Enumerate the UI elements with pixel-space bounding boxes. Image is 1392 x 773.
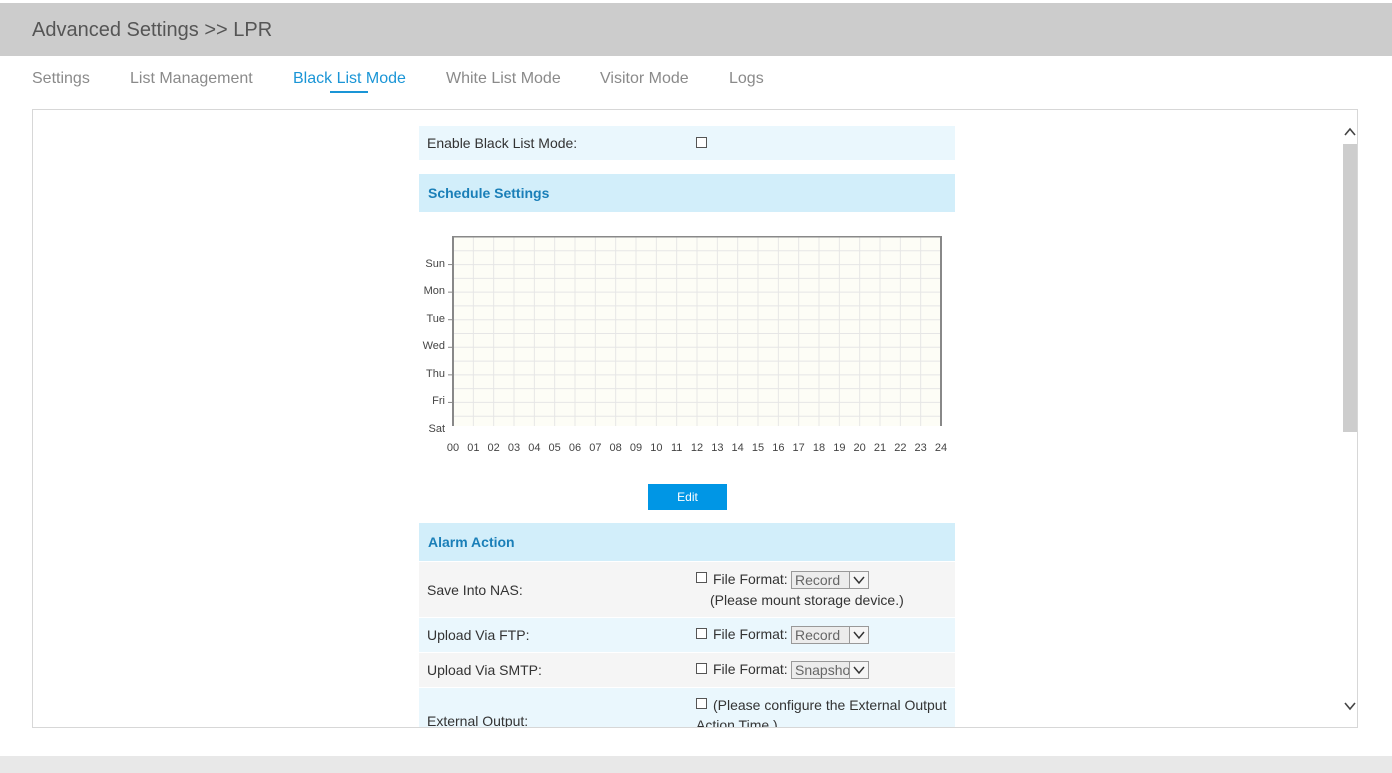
- nas-row: Save Into NAS: File Format: Record (Plea…: [419, 562, 955, 617]
- hour-label-16: 16: [772, 442, 785, 454]
- nas-file-format-select[interactable]: Record: [791, 571, 869, 589]
- hour-label-21: 21: [873, 442, 887, 454]
- tab-settings[interactable]: Settings: [32, 70, 90, 88]
- hour-label-02: 02: [487, 442, 500, 454]
- hour-label-03: 03: [507, 442, 521, 454]
- hour-label-17: 17: [792, 442, 805, 454]
- hour-label-15: 15: [751, 442, 765, 454]
- external-output-note-line1: (Please configure the External Output: [713, 697, 947, 713]
- smtp-label: Upload Via SMTP:: [427, 662, 542, 678]
- nas-label: Save Into NAS:: [427, 582, 523, 598]
- ftp-file-format-label: File Format:: [713, 626, 788, 642]
- day-label-wed: Wed: [422, 340, 445, 353]
- ftp-row: Upload Via FTP: File Format: Record: [419, 618, 955, 652]
- smtp-file-format-label: File Format:: [713, 661, 788, 677]
- tab-black-list-mode[interactable]: Black List Mode: [293, 70, 406, 88]
- page-title: Advanced Settings >> LPR: [32, 19, 273, 41]
- chevron-down-icon: [849, 572, 868, 588]
- tab-logs[interactable]: Logs: [729, 70, 764, 88]
- settings-panel: Enable Black List Mode: Schedule Setting…: [32, 109, 1358, 728]
- hour-label-11: 11: [670, 442, 683, 454]
- tab-bar: Settings List Management Black List Mode…: [0, 56, 1392, 108]
- enable-checkbox[interactable]: [696, 137, 707, 148]
- schedule-chart: Sun Mon Tue Wed Thu Fri Sat 00 01 02 03 04 05 06 07 08…: [419, 236, 955, 466]
- chevron-up-icon[interactable]: [1342, 124, 1357, 140]
- smtp-file-format-select[interactable]: Snapsho: [791, 661, 869, 679]
- ftp-file-format-select[interactable]: Record: [791, 626, 869, 644]
- external-output-checkbox[interactable]: [696, 698, 707, 709]
- hour-label-00: 00: [446, 442, 460, 454]
- smtp-file-format-value: Snapsho: [795, 662, 851, 678]
- alarm-section-header: Alarm Action: [419, 523, 955, 561]
- hour-label-13: 13: [711, 442, 724, 454]
- day-label-mon: Mon: [423, 285, 445, 298]
- day-label-tue: Tue: [426, 312, 445, 325]
- day-label-thu: Thu: [426, 367, 445, 380]
- hour-label-05: 05: [548, 442, 561, 454]
- hour-label-01: 01: [467, 442, 480, 454]
- ftp-checkbox[interactable]: [696, 628, 707, 639]
- chevron-down-icon: [849, 627, 868, 643]
- ftp-file-format-value: Record: [795, 627, 841, 643]
- hour-label-19: 19: [833, 442, 846, 454]
- tab-list-management[interactable]: List Management: [130, 70, 253, 88]
- edit-schedule-button[interactable]: Edit: [648, 484, 727, 510]
- smtp-row: Upload Via SMTP: File Format: Snapsho: [419, 653, 955, 687]
- nas-file-format-label: File Format:: [713, 571, 788, 587]
- hour-label-14: 14: [731, 442, 744, 454]
- hour-label-09: 09: [629, 442, 643, 454]
- nas-note: (Please mount storage device.): [710, 592, 904, 608]
- chevron-down-icon: [849, 662, 868, 678]
- hour-label-22: 22: [894, 442, 907, 454]
- enable-row: Enable Black List Mode:: [419, 126, 955, 160]
- active-tab-indicator: [330, 91, 368, 93]
- vertical-scrollbar[interactable]: [1342, 110, 1357, 727]
- alarm-section-title: Alarm Action: [428, 534, 515, 550]
- schedule-section-title: Schedule Settings: [428, 185, 550, 201]
- scrollbar-thumb[interactable]: [1343, 144, 1357, 432]
- schedule-section-header: Schedule Settings: [419, 174, 955, 212]
- tab-visitor-mode[interactable]: Visitor Mode: [600, 70, 689, 88]
- hour-label-07: 07: [589, 442, 602, 454]
- hour-label-04: 04: [528, 442, 541, 454]
- enable-label: Enable Black List Mode:: [427, 135, 578, 151]
- tab-white-list-mode[interactable]: White List Mode: [446, 70, 561, 88]
- external-output-label: External Output:: [427, 713, 529, 728]
- ftp-label: Upload Via FTP:: [427, 627, 530, 643]
- hour-label-20: 20: [853, 442, 866, 454]
- page-header: Advanced Settings >> LPR: [0, 3, 1392, 56]
- hour-label-10: 10: [650, 442, 663, 454]
- smtp-checkbox[interactable]: [696, 663, 707, 674]
- day-label-sat: Sat: [428, 423, 445, 435]
- hour-label-08: 08: [609, 442, 622, 454]
- hour-label-06: 06: [568, 442, 582, 454]
- hour-label-23: 23: [914, 442, 927, 454]
- external-output-note-line2: Action Time.): [696, 717, 778, 728]
- bottom-bar: [0, 756, 1392, 773]
- day-label-sun: Sun: [425, 257, 445, 270]
- hour-label-24: 24: [934, 442, 948, 454]
- schedule-grid[interactable]: [419, 236, 955, 426]
- hour-label-18: 18: [812, 442, 826, 454]
- nas-checkbox[interactable]: [696, 572, 707, 583]
- external-output-row: External Output: (Please configure the E…: [419, 688, 955, 728]
- chevron-down-icon[interactable]: [1342, 698, 1357, 714]
- nas-file-format-value: Record: [795, 572, 841, 588]
- day-label-fri: Fri: [432, 395, 445, 408]
- hour-label-12: 12: [690, 442, 704, 454]
